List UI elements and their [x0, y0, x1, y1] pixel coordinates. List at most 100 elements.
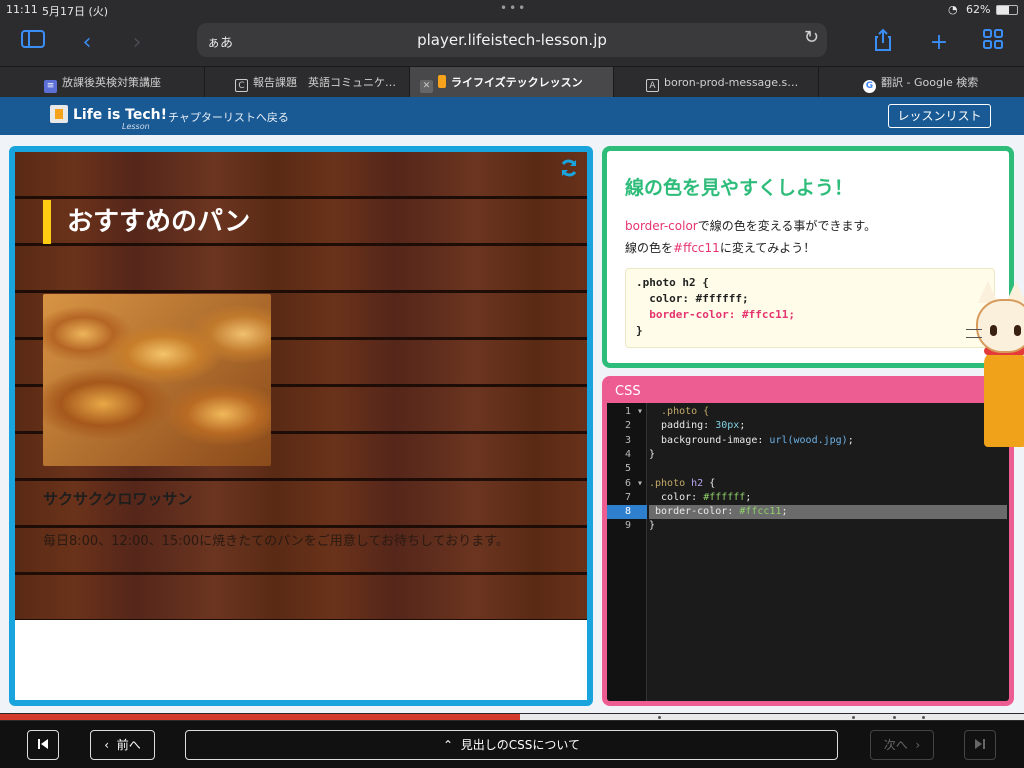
close-tab-icon[interactable]: ✕: [420, 80, 433, 93]
line-number: 6 ▾: [625, 477, 644, 489]
skip-back-icon: [38, 739, 48, 749]
instruction-title: 線の色を見やすくしよう！: [625, 177, 854, 199]
preview-heading: おすすめのパン: [43, 200, 250, 244]
a-icon: A: [646, 79, 659, 92]
chapter-list-back-link[interactable]: チャプターリストへ戻る: [168, 109, 289, 125]
chevron-up-icon: ⌃: [443, 738, 454, 752]
code-line[interactable]: [649, 462, 1007, 476]
step-title-button[interactable]: ⌃ 見出しのCSSについて: [185, 730, 838, 760]
code-line[interactable]: color: #ffffff;: [649, 491, 1007, 505]
reload-icon[interactable]: ↻: [804, 27, 819, 48]
code-line[interactable]: border-color: #ffcc11;: [649, 505, 1007, 520]
cat-body: [984, 351, 1024, 447]
back-arrow-icon[interactable]: ‹: [72, 28, 102, 58]
code-line[interactable]: background-image: url(wood.jpg);: [649, 434, 1007, 448]
cat-eye: [1014, 325, 1021, 336]
tab-label: ライフイズテックレッスン: [451, 76, 583, 89]
preview-panel: おすすめのパン サクサククロワッサン 毎日8:00、12:00、15:00に焼き…: [9, 146, 593, 706]
progress-fill: [0, 714, 521, 720]
css-editor-header: CSS Q: [607, 381, 1009, 403]
keyword-hex: #ffcc11: [673, 241, 720, 255]
tab-label: 翻訳 - Google 検索: [881, 76, 979, 89]
status-date: 5月17日 (火): [42, 5, 109, 18]
app-icon: ≡: [44, 80, 57, 93]
cat-whisker: [966, 329, 982, 330]
code-line[interactable]: }: [649, 519, 1007, 533]
line-number: 2: [625, 420, 632, 432]
tab-report[interactable]: C 報告課題 英語コミュニケ…: [205, 67, 410, 98]
tab-google[interactable]: G 翻訳 - Google 検索: [819, 67, 1024, 98]
instruction-text: border-colorで線の色を変える事ができます。 線の色を#ffcc11に…: [625, 219, 877, 255]
multitask-dots-icon[interactable]: •••: [500, 1, 527, 15]
example-code-line: }: [636, 324, 643, 337]
line-number: 5: [625, 463, 632, 475]
cat-whisker: [966, 337, 982, 338]
chevron-left-icon: ‹: [104, 738, 110, 752]
code-line[interactable]: .photo h2 {: [649, 477, 1007, 491]
product-description: 毎日8:00、12:00、15:00に焼きたてのパンをご用意してお待ちしておりま…: [43, 534, 509, 549]
tab-overview-icon[interactable]: [978, 28, 1008, 58]
instruction-panel: 線の色を見やすくしよう！ border-colorで線の色を変える事ができます。…: [602, 146, 1014, 368]
css-editor-panel: CSS Q 1 ▾ 2 3 4 5 6 ▾ 7 89 .photo { padding: 30…: [602, 376, 1014, 706]
progress-checkpoint: [852, 716, 855, 719]
product-name: サクサククロワッサン: [43, 490, 193, 508]
next-button[interactable]: 次へ ›: [870, 730, 934, 760]
google-icon: G: [863, 80, 876, 93]
code-line[interactable]: padding: 30px;: [649, 419, 1007, 433]
new-tab-icon[interactable]: +: [924, 28, 954, 58]
tab-boron[interactable]: Aboron-prod-message.s…: [614, 67, 819, 98]
step-title: 見出しのCSSについて: [460, 738, 580, 752]
prev-button[interactable]: ‹ 前へ: [90, 730, 155, 760]
logo-mark-icon: [50, 105, 68, 123]
lesson-progress-bar[interactable]: [0, 713, 1024, 721]
first-step-button[interactable]: [27, 730, 59, 760]
example-code-line: .photo h2 {: [636, 276, 709, 289]
croissant-image: [43, 294, 271, 466]
forward-arrow-icon[interactable]: ›: [122, 28, 152, 58]
tab-eiken[interactable]: ≡ 放課後英検対策講座: [0, 67, 205, 98]
lesson-nav-bar: ‹ 前へ ⌃ 見出しのCSSについて 次へ ›: [0, 721, 1024, 768]
code-line[interactable]: .photo {: [649, 405, 1007, 419]
tab-label: 放課後英検対策講座: [62, 76, 161, 89]
status-bar: 11:11 5月17日 (火) ••• ◔ 62%: [0, 0, 1024, 20]
lesson-workspace: おすすめのパン サクサククロワッサン 毎日8:00、12:00、15:00に焼き…: [0, 135, 1024, 713]
battery-percentage: 62%: [966, 3, 991, 16]
share-icon[interactable]: [868, 28, 898, 58]
browser-tabs: ≡ 放課後英検対策講座 C 報告課題 英語コミュニケ… ✕ ライフイズテックレッスン …: [0, 66, 1024, 98]
lifeistech-icon: [438, 75, 446, 88]
example-code-line: border-color: #ffcc11;: [636, 308, 795, 321]
example-code-line: color: #ffffff;: [636, 292, 749, 305]
line-number: 3: [625, 434, 632, 446]
line-number: 7: [625, 491, 632, 503]
wifi-icon: ◔: [948, 3, 958, 16]
last-step-button[interactable]: [964, 730, 996, 760]
url-text[interactable]: player.lifeistech-lesson.jp: [197, 31, 827, 49]
chevron-right-icon: ›: [915, 738, 921, 752]
example-code-box: .photo h2 { color: #ffffff; border-color…: [625, 268, 995, 348]
line-number: 1 ▾: [625, 406, 644, 417]
line-number: 9: [625, 520, 632, 532]
tab-label: 報告課題 英語コミュニケ…: [253, 76, 396, 89]
code-line[interactable]: }: [649, 448, 1007, 462]
refresh-preview-icon[interactable]: [559, 158, 579, 183]
line-number: 8: [607, 505, 647, 520]
browser-toolbar: ‹ › ぁあ player.lifeistech-lesson.jp ↻ +: [0, 20, 1024, 66]
tab-label: boron-prod-message.s…: [664, 76, 799, 89]
status-time: 11:11: [6, 3, 38, 16]
line-number-gutter: 1 ▾ 2 3 4 5 6 ▾ 7 8 9: [607, 403, 647, 701]
line-number: 4: [625, 448, 632, 460]
battery-icon: [996, 5, 1018, 15]
skip-forward-icon: [975, 739, 985, 749]
photo-section: おすすめのパン サクサククロワッサン 毎日8:00、12:00、15:00に焼き…: [15, 152, 587, 620]
css-editor-title: CSS: [615, 384, 641, 399]
tab-lifeistech[interactable]: ✕ ライフイズテックレッスン: [410, 67, 614, 98]
progress-checkpoint: [922, 716, 925, 719]
sidebar-icon[interactable]: [18, 28, 48, 58]
classroom-icon: C: [235, 79, 248, 92]
progress-checkpoint: [658, 716, 661, 719]
lesson-list-button[interactable]: レッスンリスト: [888, 104, 991, 128]
lifeistech-logo[interactable]: Life is Tech! Lesson: [50, 105, 167, 131]
address-bar[interactable]: ぁあ player.lifeistech-lesson.jp ↻: [197, 23, 827, 57]
cat-mascot: [962, 277, 1024, 447]
keyword-border-color: border-color: [625, 219, 698, 233]
